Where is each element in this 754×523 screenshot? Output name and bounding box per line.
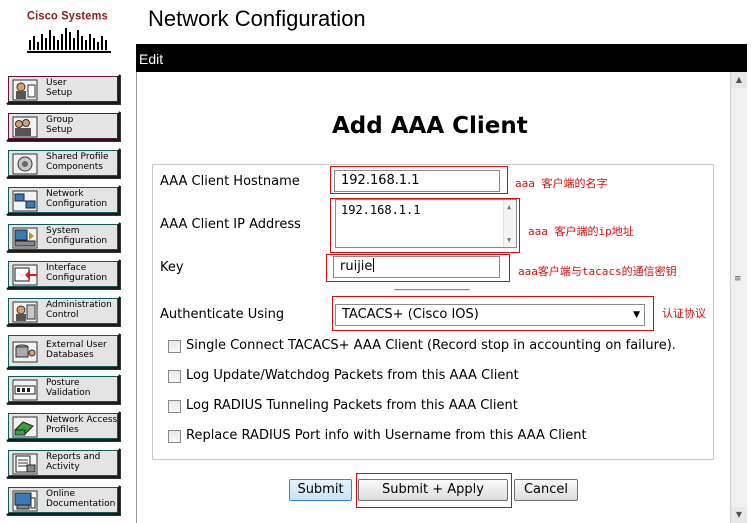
cisco-bridge-icon bbox=[27, 28, 111, 53]
external-db-icon bbox=[12, 341, 38, 363]
edit-bar: Edit bbox=[136, 44, 747, 72]
docs-icon bbox=[12, 490, 38, 512]
nav-shared-profile[interactable]: Shared Profile Components bbox=[6, 148, 120, 178]
key-annotation: aaa客户端与tacacs的通信密钥 bbox=[518, 265, 677, 278]
admin-control-icon bbox=[12, 301, 38, 323]
scroll-grip-icon[interactable]: ≡ bbox=[734, 274, 742, 284]
nav-system-configuration[interactable]: System Configuration bbox=[6, 222, 120, 252]
single-connect-checkbox[interactable] bbox=[168, 340, 181, 353]
authenticate-using-label: Authenticate Using bbox=[160, 307, 285, 322]
user-setup-icon bbox=[12, 79, 38, 101]
ip-address-textarea[interactable]: 192.168.1.1 ▲ ▼ bbox=[335, 199, 517, 248]
textarea-scrollbar[interactable]: ▲ ▼ bbox=[503, 200, 516, 247]
nav-label: Posture Validation bbox=[46, 378, 91, 398]
section-separator bbox=[394, 289, 470, 291]
authenticate-selected-value: TACACS+ (Cisco IOS) bbox=[342, 307, 479, 322]
panel-scrollbar[interactable]: ▲ ≡ ▼ bbox=[730, 72, 747, 523]
authenticate-using-select[interactable]: TACACS+ (Cisco IOS) ▼ bbox=[335, 304, 645, 326]
page-title: Network Configuration bbox=[148, 6, 366, 31]
text-cursor bbox=[373, 258, 375, 272]
cancel-button[interactable]: Cancel bbox=[514, 479, 578, 501]
nav-group-setup[interactable]: Group Setup bbox=[6, 111, 120, 141]
nav-label: Network Access Profiles bbox=[46, 415, 118, 435]
log-update-watchdog-checkbox[interactable] bbox=[168, 370, 181, 383]
checkbox-label: Log RADIUS Tunneling Packets from this A… bbox=[186, 398, 518, 413]
nav-online-documentation[interactable]: Online Documentation bbox=[6, 485, 120, 515]
nav-label: Reports and Activity bbox=[46, 452, 101, 472]
nav-network-configuration[interactable]: Network Configuration bbox=[6, 185, 120, 215]
log-radius-tunneling-checkbox[interactable] bbox=[168, 400, 181, 413]
nav-label: System Configuration bbox=[46, 226, 108, 246]
submit-apply-button[interactable]: Submit + Apply bbox=[358, 479, 508, 501]
edit-title: Edit bbox=[139, 51, 164, 67]
nav-label: Interface Configuration bbox=[46, 263, 108, 283]
nav-label: User Setup bbox=[46, 78, 73, 98]
group-setup-icon bbox=[12, 116, 38, 138]
interface-config-icon bbox=[12, 264, 38, 286]
checkbox-label: Single Connect TACACS+ AAA Client (Recor… bbox=[186, 338, 676, 353]
nav-posture-validation[interactable]: Posture Validation bbox=[6, 374, 120, 404]
key-label: Key bbox=[160, 260, 184, 275]
nav-label: Administration Control bbox=[46, 300, 112, 320]
nav-label: Shared Profile Components bbox=[46, 152, 109, 172]
replace-radius-port-checkbox[interactable] bbox=[168, 430, 181, 443]
ip-address-annotation: aaa 客户端的ip地址 bbox=[528, 225, 634, 238]
authenticate-annotation: 认证协议 bbox=[662, 307, 706, 320]
key-value: ruijie bbox=[340, 259, 373, 274]
nav-reports-and-activity[interactable]: Reports and Activity bbox=[6, 448, 120, 478]
hostname-label: AAA Client Hostname bbox=[160, 174, 300, 189]
nav-administration-control[interactable]: Administration Control bbox=[6, 296, 120, 326]
nav-label: External User Databases bbox=[46, 340, 107, 360]
nav-interface-configuration[interactable]: Interface Configuration bbox=[6, 259, 120, 289]
nav-label: Online Documentation bbox=[46, 489, 116, 509]
hostname-input[interactable]: 192.168.1.1 bbox=[334, 170, 500, 192]
ip-address-value: 192.168.1.1 bbox=[341, 203, 421, 217]
ip-address-label: AAA Client IP Address bbox=[160, 217, 301, 232]
nav-label: Group Setup bbox=[46, 115, 74, 135]
textarea-down-arrow-icon[interactable]: ▼ bbox=[507, 236, 511, 244]
textarea-up-arrow-icon[interactable]: ▲ bbox=[507, 203, 511, 211]
nap-icon bbox=[12, 416, 38, 438]
checkbox-label: Log Update/Watchdog Packets from this AA… bbox=[186, 368, 519, 383]
nav-user-setup[interactable]: User Setup bbox=[6, 74, 120, 104]
posture-icon bbox=[12, 379, 38, 401]
shared-profile-icon bbox=[12, 153, 38, 175]
dropdown-arrow-icon[interactable]: ▼ bbox=[633, 305, 640, 325]
nav-network-access-profiles[interactable]: Network Access Profiles bbox=[6, 411, 120, 441]
key-input[interactable]: ruijie bbox=[333, 256, 500, 278]
scroll-down-arrow-icon[interactable]: ▼ bbox=[731, 507, 747, 523]
network-config-icon bbox=[12, 190, 38, 212]
submit-button[interactable]: Submit bbox=[289, 479, 352, 501]
system-config-icon bbox=[12, 227, 38, 249]
hostname-annotation: aaa 客户端的名字 bbox=[515, 177, 608, 190]
cisco-logo-text: Cisco Systems bbox=[27, 9, 108, 23]
checkbox-label: Replace RADIUS Port info with Username f… bbox=[186, 428, 587, 443]
reports-icon bbox=[12, 453, 38, 475]
cisco-logo: Cisco Systems bbox=[22, 6, 116, 54]
scroll-up-arrow-icon[interactable]: ▲ bbox=[731, 72, 747, 88]
nav-external-user-databases[interactable]: External User Databases bbox=[6, 333, 120, 369]
nav-label: Network Configuration bbox=[46, 189, 108, 209]
form-heading: Add AAA Client bbox=[332, 113, 528, 139]
